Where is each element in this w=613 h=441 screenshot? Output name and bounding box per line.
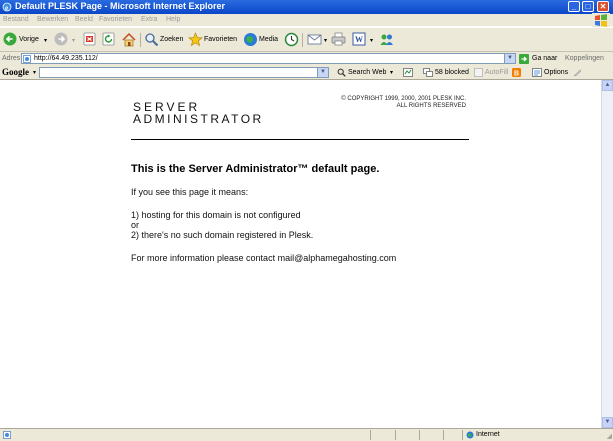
resize-grip-icon[interactable]: ◢ [607, 432, 612, 440]
stop-icon [83, 32, 96, 46]
address-url: http://64.49.235.112/ [34, 55, 98, 62]
status-pane [419, 430, 420, 440]
logo-administrator: ADMINISTRATOR [133, 112, 264, 126]
menu-view[interactable]: Beeld [75, 16, 93, 23]
stop-button[interactable] [83, 32, 97, 48]
minimize-button[interactable]: _ [568, 1, 580, 12]
svg-text:B: B [514, 71, 519, 78]
highlighter-icon[interactable] [573, 68, 582, 77]
word-edit-icon: W [352, 32, 366, 46]
window-title: Default PLESK Page - Microsoft Internet … [15, 1, 226, 11]
google-toolbar: Google ▾ ▼ Search Web ▾ 58 blocked AutoF… [0, 66, 613, 80]
edit-button[interactable]: W [352, 32, 367, 48]
scroll-down-button[interactable]: ▼ [602, 417, 613, 428]
media-button[interactable]: Media [243, 32, 281, 48]
autofill-icon [474, 68, 483, 77]
svg-text:W: W [355, 35, 363, 44]
maximize-button[interactable]: □ [582, 1, 594, 12]
media-globe-icon [244, 33, 257, 46]
go-button[interactable]: Ga naar [532, 55, 557, 62]
menu-favorites[interactable]: Favorieten [99, 16, 132, 23]
svg-text:e: e [5, 4, 8, 12]
options-icon [532, 68, 542, 77]
search-web-button[interactable]: Search Web [348, 69, 386, 76]
home-icon [122, 32, 136, 47]
star-icon [188, 32, 203, 47]
address-bar: Adres http://64.49.235.112/ ▼ Ga naar Ko… [0, 52, 613, 66]
security-zone-label: Internet [476, 431, 500, 438]
internet-zone-globe-icon [466, 431, 474, 439]
favorites-button[interactable]: Favorieten [188, 32, 240, 48]
forward-dropdown-icon[interactable]: ▾ [72, 37, 75, 44]
popup-blocked-count[interactable]: 58 blocked [435, 69, 469, 76]
menu-edit[interactable]: Bewerken [37, 16, 68, 23]
search-web-icon [337, 68, 346, 77]
menu-file[interactable]: Bestand [3, 16, 29, 23]
refresh-icon [102, 32, 115, 46]
page-icon [23, 55, 31, 63]
google-menu-dropdown-icon[interactable]: ▾ [33, 69, 36, 76]
search-button[interactable]: Zoeken [144, 32, 186, 48]
reason-one-text: 1) hosting for this domain is not config… [131, 210, 301, 220]
status-pane [443, 430, 444, 440]
page-heading: This is the Server Administrator™ defaul… [131, 163, 380, 175]
status-pane [370, 430, 371, 440]
popup-blocker-icon [423, 68, 433, 77]
mail-button[interactable] [307, 32, 323, 48]
status-bar: Internet ◢ [0, 428, 613, 441]
search-icon [145, 33, 159, 47]
google-logo[interactable]: Google [2, 67, 29, 77]
back-arrow-icon [3, 32, 17, 46]
status-pane [462, 430, 463, 440]
google-search-input[interactable]: ▼ [39, 67, 329, 78]
go-arrow-icon[interactable] [519, 54, 529, 64]
close-button[interactable]: ✕ [597, 1, 609, 12]
pagerank-icon[interactable] [403, 68, 413, 77]
search-web-dropdown-icon[interactable]: ▾ [390, 69, 393, 76]
history-icon [284, 32, 299, 47]
title-bar[interactable]: e Default PLESK Page - Microsoft Interne… [0, 0, 613, 14]
or-text: or [131, 220, 140, 230]
back-dropdown-icon[interactable]: ▾ [44, 37, 47, 44]
messenger-icon [380, 34, 393, 45]
ie-logo-icon: e [2, 2, 12, 12]
back-button[interactable]: Vorige [3, 32, 43, 48]
intro-text: If you see this page it means: [131, 187, 249, 197]
contact-text: For more information please contact mail… [131, 253, 397, 263]
printer-icon [331, 32, 346, 46]
scroll-up-button[interactable]: ▲ [602, 80, 613, 91]
blogger-icon[interactable]: B [512, 68, 521, 77]
print-button[interactable] [331, 32, 346, 48]
standard-toolbar: Vorige ▾ ▾ Zoeken Favorieten Media ▾ W ▾ [0, 27, 613, 52]
autofill-button[interactable]: AutoFill [485, 69, 508, 76]
menu-bar: Bestand Bewerken Beeld Favorieten Extra … [0, 14, 613, 26]
mail-dropdown-icon[interactable]: ▾ [324, 37, 327, 44]
toolbar-separator [140, 33, 141, 47]
forward-arrow-icon [54, 32, 68, 46]
google-search-dropdown-icon[interactable]: ▼ [317, 68, 328, 77]
copyright-text: © COPYRIGHT 1999, 2000, 2001 PLESK INC. [341, 96, 466, 102]
history-button[interactable] [284, 32, 299, 48]
links-button[interactable]: Koppelingen [565, 55, 604, 62]
status-pane [395, 430, 396, 440]
address-label: Adres [2, 55, 21, 62]
menu-tools[interactable]: Extra [141, 16, 157, 23]
address-input[interactable]: http://64.49.235.112/ ▼ [21, 53, 516, 64]
messenger-button[interactable] [379, 32, 395, 48]
toolbar-separator [302, 33, 303, 47]
rights-reserved-text: ALL RIGHTS RESERVED [396, 103, 466, 109]
header-rule [131, 139, 469, 140]
edit-dropdown-icon[interactable]: ▾ [370, 37, 373, 44]
page-content: SERVER ADMINISTRATOR © COPYRIGHT 1999, 2… [0, 80, 601, 428]
options-button[interactable]: Options [544, 69, 568, 76]
mail-icon [307, 34, 322, 45]
home-button[interactable] [121, 32, 137, 48]
page-status-icon [3, 431, 11, 439]
refresh-button[interactable] [102, 32, 116, 48]
forward-button[interactable] [54, 32, 70, 48]
menu-help[interactable]: Help [166, 16, 180, 23]
vertical-scrollbar[interactable]: ▲ ▼ [601, 80, 613, 428]
address-dropdown-icon[interactable]: ▼ [504, 54, 515, 63]
reason-two-text: 2) there's no such domain registered in … [131, 230, 314, 240]
